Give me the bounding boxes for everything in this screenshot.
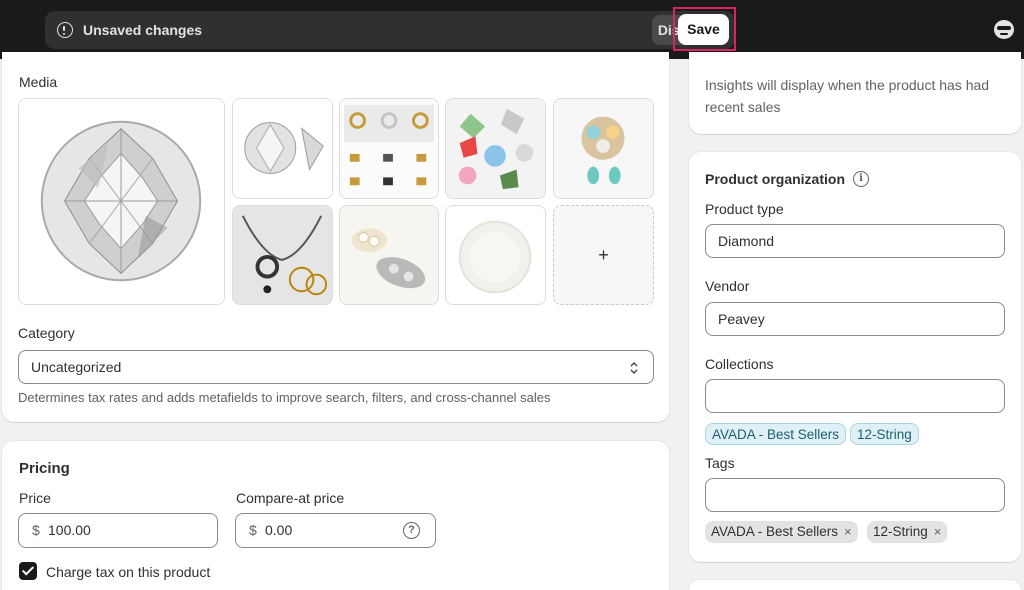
tags-input[interactable] — [705, 478, 1005, 512]
next-card — [689, 580, 1021, 590]
media-thumb-1[interactable] — [232, 98, 333, 199]
brooch-image — [554, 99, 653, 198]
colored-gems-image — [446, 99, 545, 198]
collections-label: Collections — [705, 356, 774, 372]
white-stone-image — [446, 206, 545, 304]
collection-pill-label: AVADA - Best Sellers — [712, 427, 840, 442]
price-currency: $ — [32, 522, 40, 538]
unsaved-changes-bar: Unsaved changes Discard — [45, 11, 735, 49]
media-thumb-7[interactable] — [445, 205, 546, 305]
compare-value: 0.00 — [265, 522, 293, 538]
select-chevrons-icon — [630, 361, 638, 375]
price-input[interactable]: $ 100.00 — [18, 513, 218, 548]
category-help-text: Determines tax rates and adds metafields… — [18, 390, 551, 405]
media-main-image[interactable] — [18, 98, 225, 305]
account-avatar-icon[interactable] — [994, 20, 1014, 39]
top-bar: Unsaved changes Discard Save — [0, 0, 1024, 59]
charge-tax-checkbox[interactable] — [19, 562, 37, 580]
collection-pill[interactable]: AVADA - Best Sellers — [705, 423, 847, 445]
plus-icon: + — [598, 245, 609, 265]
category-select[interactable]: Uncategorized — [18, 350, 654, 384]
product-organization-title: Product organization — [705, 171, 845, 187]
rings-chart-image — [340, 99, 438, 198]
product-type-label: Product type — [705, 201, 784, 217]
product-type-value: Diamond — [718, 233, 775, 249]
collections-input[interactable] — [705, 379, 1005, 413]
vendor-label: Vendor — [705, 278, 750, 294]
vendor-input[interactable]: Peavey — [705, 302, 1005, 336]
pricing-title: Pricing — [19, 460, 70, 477]
category-label: Category — [18, 325, 75, 341]
jewelry-set-image — [233, 206, 332, 304]
tags-label: Tags — [705, 455, 735, 471]
charge-tax-label: Charge tax on this product — [46, 564, 211, 580]
crystal-image — [233, 99, 332, 198]
product-type-input[interactable]: Diamond — [705, 224, 1005, 258]
compare-at-price-label: Compare-at price — [236, 490, 345, 506]
save-button[interactable]: Save — [678, 14, 729, 45]
compare-currency: $ — [249, 522, 257, 538]
remove-tag-icon[interactable]: × — [844, 521, 852, 543]
media-title: Media — [19, 74, 58, 90]
tag-pill-label: AVADA - Best Sellers — [711, 524, 839, 539]
category-value: Uncategorized — [31, 359, 122, 375]
remove-tag-icon[interactable]: × — [934, 521, 942, 543]
tag-pill: AVADA - Best Sellers × — [705, 521, 858, 543]
tag-pill: 12-String × — [867, 521, 948, 543]
media-thumb-4[interactable] — [553, 98, 654, 199]
collection-pill-label: 12-String — [857, 427, 912, 442]
unsaved-changes-message: Unsaved changes — [83, 22, 203, 38]
add-media-button[interactable]: + — [553, 205, 654, 305]
price-label: Price — [19, 490, 51, 506]
help-question-icon[interactable]: ? — [403, 522, 420, 539]
tag-pill-label: 12-String — [873, 524, 928, 539]
insights-text: Insights will display when the product h… — [705, 77, 990, 115]
media-thumb-6[interactable] — [339, 205, 439, 305]
pearl-brooch-image — [340, 206, 438, 304]
media-thumb-2[interactable] — [339, 98, 439, 199]
alert-icon — [57, 22, 73, 38]
price-value: 100.00 — [48, 522, 91, 538]
collection-pill[interactable]: 12-String — [850, 423, 919, 445]
vendor-value: Peavey — [718, 311, 765, 327]
media-thumb-3[interactable] — [445, 98, 546, 199]
info-icon[interactable]: i — [853, 171, 869, 187]
diamond-image — [19, 99, 224, 304]
media-thumb-5[interactable] — [232, 205, 333, 305]
